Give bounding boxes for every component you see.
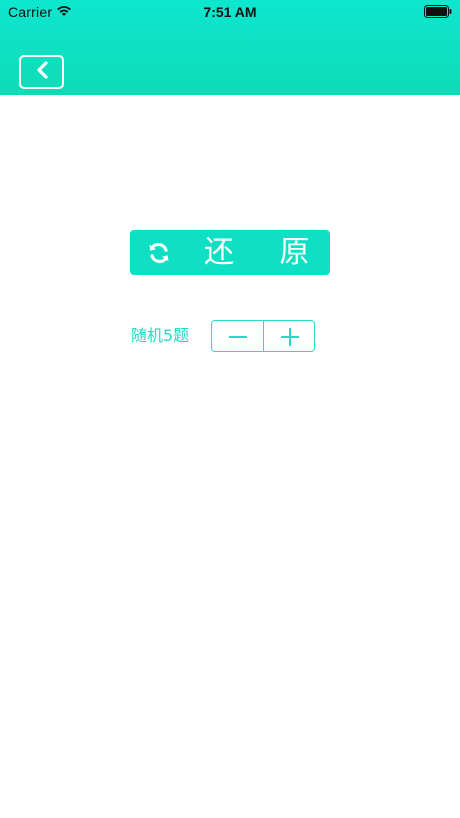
status-time: 7:51 AM [203, 4, 257, 20]
minus-icon [229, 336, 247, 338]
quantity-stepper [211, 320, 315, 352]
back-button[interactable] [19, 55, 64, 89]
status-bar: Carrier 7:51 AM [0, 0, 460, 24]
battery-icon [424, 5, 452, 18]
top-header: Carrier 7:51 AM [0, 0, 460, 95]
refresh-icon [147, 241, 171, 265]
chevron-left-icon [34, 60, 50, 84]
restore-button[interactable]: 还 原 [130, 230, 330, 275]
restore-label: 还 原 [204, 235, 328, 270]
increment-button[interactable] [264, 321, 315, 351]
decrement-button[interactable] [212, 321, 263, 351]
random-questions-label: 随机5题 [131, 326, 190, 345]
